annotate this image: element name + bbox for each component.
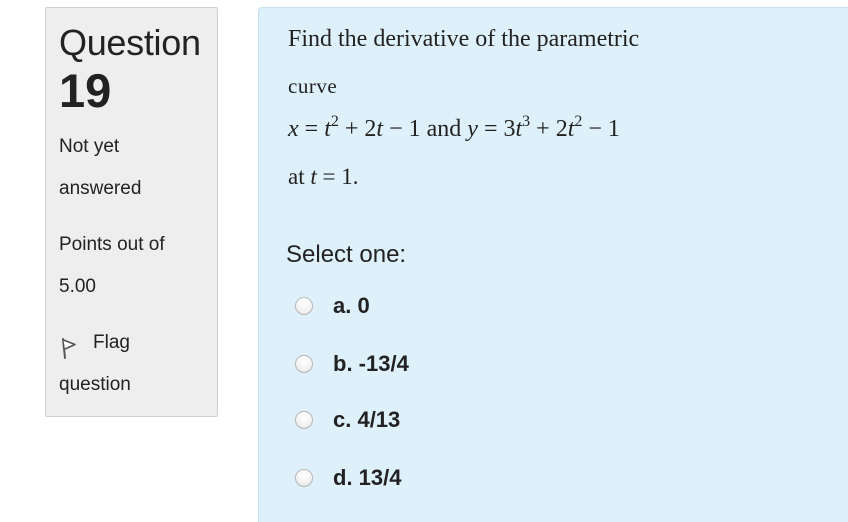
question-number: 19 [59, 64, 112, 117]
points-text-line1: Points out of [59, 234, 165, 255]
answer-option-d-label[interactable]: d. 13/4 [333, 465, 401, 491]
radio-button-d[interactable] [295, 469, 313, 487]
radio-button-b[interactable] [295, 355, 313, 373]
question-condition: at t = 1. [288, 164, 359, 189]
status-text-line1: Not yet [59, 136, 120, 157]
answer-option-d[interactable]: d. 13/4 [295, 463, 401, 493]
select-one-prompt: Select one: [286, 241, 407, 268]
question-text-line2: curve [288, 74, 338, 98]
answer-option-b-label[interactable]: b. -13/4 [333, 351, 409, 377]
answer-option-b[interactable]: b. -13/4 [295, 349, 409, 379]
question-formula: x = t2 + 2t − 1 and y = 3t3 + 2t2 − 1 [288, 113, 620, 143]
answer-option-a-label[interactable]: a. 0 [333, 293, 370, 319]
question-text-line1: Find the derivative of the parametric [288, 26, 640, 52]
answer-option-c[interactable]: c. 4/13 [295, 405, 400, 435]
question-info-panel: Question 19 Not yet answered Points out … [45, 7, 218, 417]
question-label: Question [59, 22, 201, 63]
status-text-line2: answered [59, 178, 142, 199]
radio-button-a[interactable] [295, 297, 313, 315]
answer-option-a[interactable]: a. 0 [295, 291, 370, 321]
flag-icon[interactable] [60, 336, 80, 360]
points-value: 5.00 [59, 276, 96, 297]
radio-button-c[interactable] [295, 411, 313, 429]
answer-option-c-label[interactable]: c. 4/13 [333, 407, 400, 433]
flag-question-link-line2[interactable]: question [59, 374, 131, 396]
flag-question-link[interactable]: Flag [93, 332, 130, 354]
question-content-panel: Find the derivative of the parametric cu… [258, 7, 848, 522]
